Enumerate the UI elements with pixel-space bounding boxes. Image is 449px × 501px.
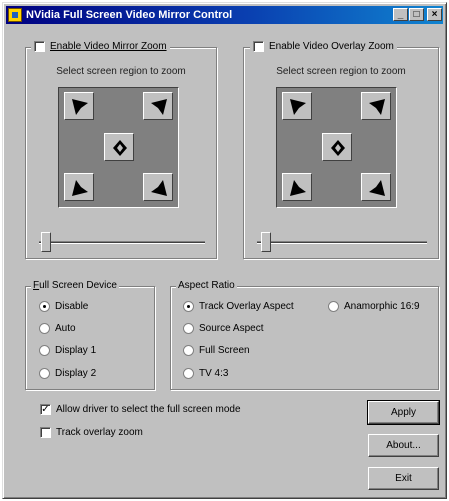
- overlay-zoom-center-button[interactable]: [322, 133, 352, 161]
- radio-indicator[interactable]: [39, 345, 50, 356]
- radio-label: Source Aspect: [199, 323, 264, 334]
- radio-indicator[interactable]: [183, 323, 194, 334]
- mirror-zoom-center-button[interactable]: [104, 133, 134, 161]
- maximize-button[interactable]: □: [409, 8, 424, 21]
- overlay-zoom-checkbox-box[interactable]: [253, 41, 264, 52]
- overlay-zoom-top-right-button[interactable]: [361, 92, 391, 120]
- aspect-ratio-legend: Aspect Ratio: [176, 280, 237, 291]
- mirror-zoom-top-right-button[interactable]: [143, 92, 173, 120]
- allow-driver-label: Allow driver to select the full screen m…: [56, 404, 241, 415]
- full-screen-device-legend: Full Screen Device: [31, 280, 119, 291]
- overlay-zoom-bottom-right-button[interactable]: [361, 173, 391, 201]
- mirror-zoom-region-pad: [58, 87, 179, 208]
- window-title: NVidia Full Screen Video Mirror Control: [26, 9, 233, 21]
- allow-driver-checkbox-box[interactable]: ✓: [40, 404, 51, 415]
- radio-indicator[interactable]: [39, 368, 50, 379]
- aspect-source-radio[interactable]: Source Aspect: [183, 323, 263, 334]
- radio-indicator[interactable]: [328, 301, 339, 312]
- title-bar[interactable]: NVidia Full Screen Video Mirror Control …: [6, 6, 443, 24]
- mirror-zoom-checkbox-label: Enable Video Mirror Zoom: [50, 41, 167, 52]
- overlay-zoom-slider-track[interactable]: [257, 241, 427, 244]
- about-button[interactable]: About...: [368, 434, 439, 457]
- track-zoom-checkbox-box[interactable]: [40, 427, 51, 438]
- device-display2-radio[interactable]: Display 2: [39, 368, 96, 379]
- move-center-icon: [331, 140, 345, 156]
- mirror-zoom-slider-track[interactable]: [39, 241, 205, 244]
- radio-label: Anamorphic 16:9: [344, 301, 420, 312]
- enable-mirror-zoom-checkbox[interactable]: Enable Video Mirror Zoom: [31, 41, 170, 52]
- radio-label: Display 1: [55, 345, 97, 356]
- mirror-zoom-top-left-button[interactable]: [64, 92, 94, 120]
- radio-label: Display 2: [55, 368, 97, 379]
- app-icon: [8, 8, 22, 22]
- overlay-zoom-top-left-button[interactable]: [282, 92, 312, 120]
- move-center-icon: [113, 140, 127, 156]
- aspect-tv43-radio[interactable]: TV 4:3: [183, 368, 228, 379]
- overlay-zoom-region-pad: [276, 87, 397, 208]
- arrow-bottom-left-icon: [72, 180, 88, 196]
- device-display1-radio[interactable]: Display 1: [39, 345, 96, 356]
- arrow-top-right-icon: [151, 99, 167, 115]
- aspect-full-screen-radio[interactable]: Full Screen: [183, 345, 250, 356]
- mirror-zoom-caption: Select screen region to zoom: [56, 66, 186, 77]
- overlay-zoom-bottom-left-button[interactable]: [282, 173, 312, 201]
- enable-overlay-zoom-checkbox[interactable]: Enable Video Overlay Zoom: [250, 41, 397, 52]
- arrow-bottom-left-icon: [290, 180, 306, 196]
- arrow-bottom-right-icon: [369, 180, 385, 196]
- radio-label: Full Screen: [199, 345, 250, 356]
- mirror-zoom-bottom-left-button[interactable]: [64, 173, 94, 201]
- arrow-bottom-right-icon: [151, 180, 167, 196]
- radio-label: Auto: [55, 323, 76, 334]
- overlay-zoom-checkbox-label: Enable Video Overlay Zoom: [269, 41, 394, 52]
- mirror-zoom-slider-thumb[interactable]: [41, 232, 51, 252]
- minimize-button[interactable]: _: [393, 8, 408, 21]
- radio-indicator[interactable]: [39, 301, 50, 312]
- device-disable-radio[interactable]: Disable: [39, 301, 88, 312]
- close-button[interactable]: ×: [427, 8, 442, 21]
- mirror-zoom-checkbox-box[interactable]: [34, 41, 45, 52]
- radio-indicator[interactable]: [39, 323, 50, 334]
- exit-button[interactable]: Exit: [368, 467, 439, 490]
- allow-driver-checkbox[interactable]: ✓ Allow driver to select the full screen…: [37, 404, 244, 415]
- device-auto-radio[interactable]: Auto: [39, 323, 76, 334]
- radio-indicator[interactable]: [183, 345, 194, 356]
- apply-button[interactable]: Apply: [367, 400, 440, 425]
- track-zoom-label: Track overlay zoom: [56, 427, 143, 438]
- dialog-window: NVidia Full Screen Video Mirror Control …: [2, 2, 447, 499]
- overlay-zoom-slider-thumb[interactable]: [261, 232, 271, 252]
- radio-indicator[interactable]: [183, 368, 194, 379]
- arrow-top-right-icon: [369, 99, 385, 115]
- aspect-anamorphic-radio[interactable]: Anamorphic 16:9: [328, 301, 420, 312]
- radio-label: Disable: [55, 301, 89, 312]
- radio-label: TV 4:3: [199, 368, 229, 379]
- aspect-track-overlay-radio[interactable]: Track Overlay Aspect: [183, 301, 294, 312]
- radio-label: Track Overlay Aspect: [199, 301, 294, 312]
- radio-indicator[interactable]: [183, 301, 194, 312]
- mirror-zoom-bottom-right-button[interactable]: [143, 173, 173, 201]
- overlay-zoom-caption: Select screen region to zoom: [276, 66, 406, 77]
- arrow-top-left-icon: [290, 99, 306, 115]
- arrow-top-left-icon: [72, 99, 88, 115]
- track-overlay-zoom-checkbox[interactable]: Track overlay zoom: [37, 427, 146, 438]
